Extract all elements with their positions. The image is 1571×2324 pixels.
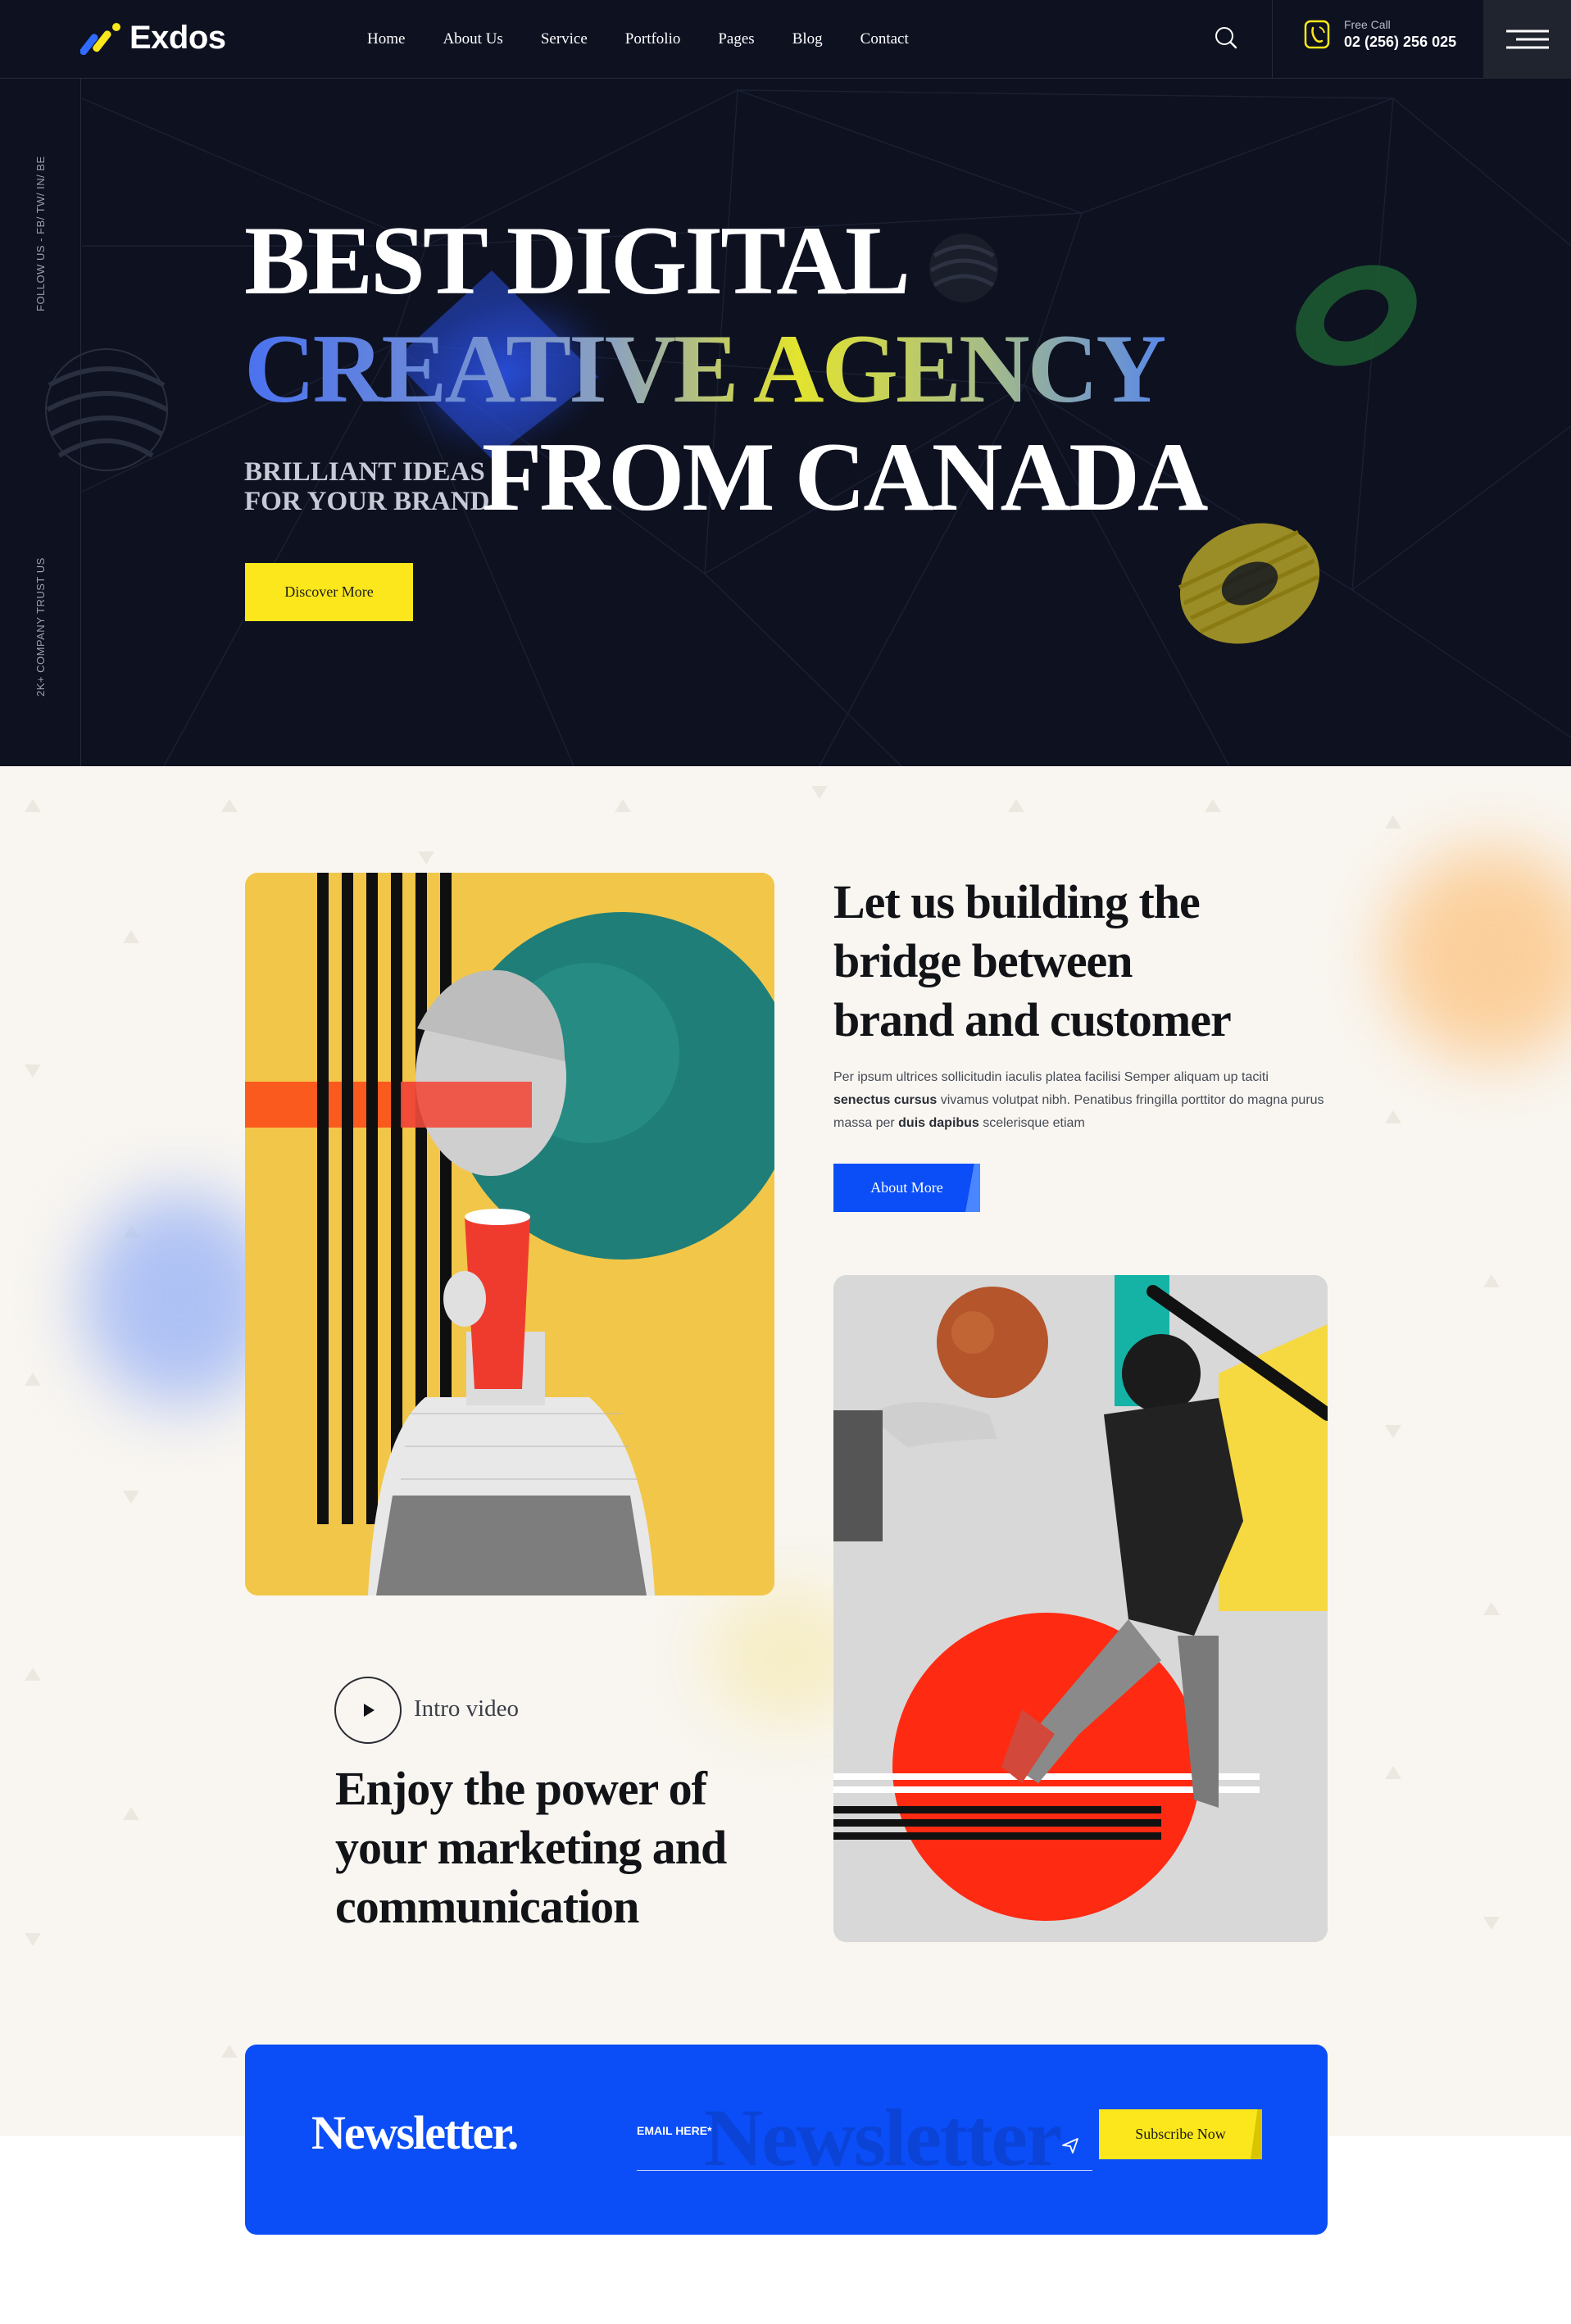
menu-button[interactable] — [1483, 0, 1571, 79]
hero-title-line2: CREATIVE AGENCY — [244, 314, 1167, 423]
send-icon[interactable] — [1061, 2136, 1079, 2158]
hero-section: Exdos Home About Us Service Portfolio Pa… — [0, 0, 1571, 766]
small-sphere-graphic — [929, 234, 998, 302]
nav-about-us[interactable]: About Us — [443, 30, 502, 48]
nav-pages[interactable]: Pages — [718, 30, 754, 48]
button-accent-slash — [965, 1164, 980, 1212]
play-icon — [364, 1704, 375, 1717]
newsletter-section: Newsletter Newsletter. EMAIL HERE* Subsc… — [245, 2045, 1328, 2235]
call-label: Free Call — [1344, 18, 1391, 31]
nav-contact[interactable]: Contact — [860, 30, 909, 48]
collage-image-statue — [245, 873, 774, 1595]
nav-blog[interactable]: Blog — [792, 30, 823, 48]
main-nav: Home About Us Service Portfolio Pages Bl… — [367, 0, 909, 79]
play-video-button[interactable] — [334, 1677, 402, 1744]
about-title-line3: brand and customer — [833, 993, 1232, 1046]
free-call[interactable]: Free Call 02 (256) 256 025 — [1303, 18, 1456, 51]
logo-mark-icon — [80, 22, 120, 55]
enjoy-title-line3: communication — [335, 1880, 639, 1933]
subscribe-label: Subscribe Now — [1135, 2126, 1226, 2142]
enjoy-title-line1: Enjoy the power of — [335, 1762, 707, 1815]
newsletter-title: Newsletter. — [311, 2106, 519, 2159]
hero-subtitle: BRILLIANT IDEAS FOR YOUR BRAND — [244, 457, 489, 517]
hero-subtitle-line1: BRILLIANT IDEAS — [244, 457, 485, 487]
about-title: Let us building the bridge between brand… — [833, 873, 1342, 1050]
about-title-line2: bridge between — [833, 934, 1133, 987]
button-accent-slash — [1251, 2109, 1262, 2159]
header-divider — [1272, 0, 1273, 79]
intro-video-label[interactable]: Intro video — [414, 1695, 519, 1723]
about-text-part3: scelerisque etiam — [983, 1116, 1085, 1130]
green-ring-graphic — [1296, 265, 1417, 366]
enjoy-title-line2: your marketing and — [335, 1821, 727, 1874]
about-more-label: About More — [870, 1179, 943, 1196]
baseball-collage-illustration — [833, 1275, 1328, 1942]
hero-title-line3: FROM CANADA — [482, 422, 1209, 531]
logo-text: Exdos — [129, 20, 226, 56]
about-more-button[interactable]: About More — [833, 1164, 980, 1212]
site-header: Exdos Home About Us Service Portfolio Pa… — [0, 0, 1571, 79]
striped-sphere-graphic — [45, 348, 169, 471]
nav-service[interactable]: Service — [541, 30, 588, 48]
about-description: Per ipsum ultrices sollicitudin iaculis … — [833, 1066, 1325, 1135]
nav-portfolio[interactable]: Portfolio — [625, 30, 681, 48]
statue-collage-illustration — [245, 873, 774, 1595]
about-text-part1: Per ipsum ultrices sollicitudin iaculis … — [833, 1070, 1269, 1084]
hero-subtitle-line2: FOR YOUR BRAND — [244, 487, 490, 517]
hamburger-menu-icon — [1505, 30, 1549, 49]
email-input[interactable] — [637, 2141, 1092, 2171]
email-label: EMAIL HERE* — [637, 2124, 712, 2137]
logo[interactable]: Exdos — [80, 20, 226, 57]
nav-home[interactable]: Home — [367, 30, 405, 48]
social-follow-text[interactable]: FOLLOW US - FB/ TW/ IN/ BE — [34, 156, 47, 311]
phone-icon — [1304, 20, 1330, 49]
enjoy-title: Enjoy the power of your marketing and co… — [335, 1759, 794, 1936]
subscribe-button[interactable]: Subscribe Now — [1099, 2109, 1262, 2159]
sidebar-divider — [80, 79, 81, 766]
about-title-line1: Let us building the — [833, 875, 1201, 928]
call-number[interactable]: 02 (256) 256 025 — [1344, 34, 1456, 51]
search-icon — [1215, 27, 1237, 49]
discover-more-button[interactable]: Discover More — [245, 563, 413, 621]
about-text-bold2: duis dapibus — [898, 1116, 979, 1130]
hero-title-line1: BEST DIGITAL — [244, 206, 910, 315]
collage-image-baseball — [833, 1275, 1328, 1942]
company-trust-text: 2K+ COMPANY TRUST US — [34, 557, 47, 697]
search-button[interactable] — [1211, 23, 1241, 52]
about-text-bold1: senectus cursus — [833, 1093, 938, 1107]
